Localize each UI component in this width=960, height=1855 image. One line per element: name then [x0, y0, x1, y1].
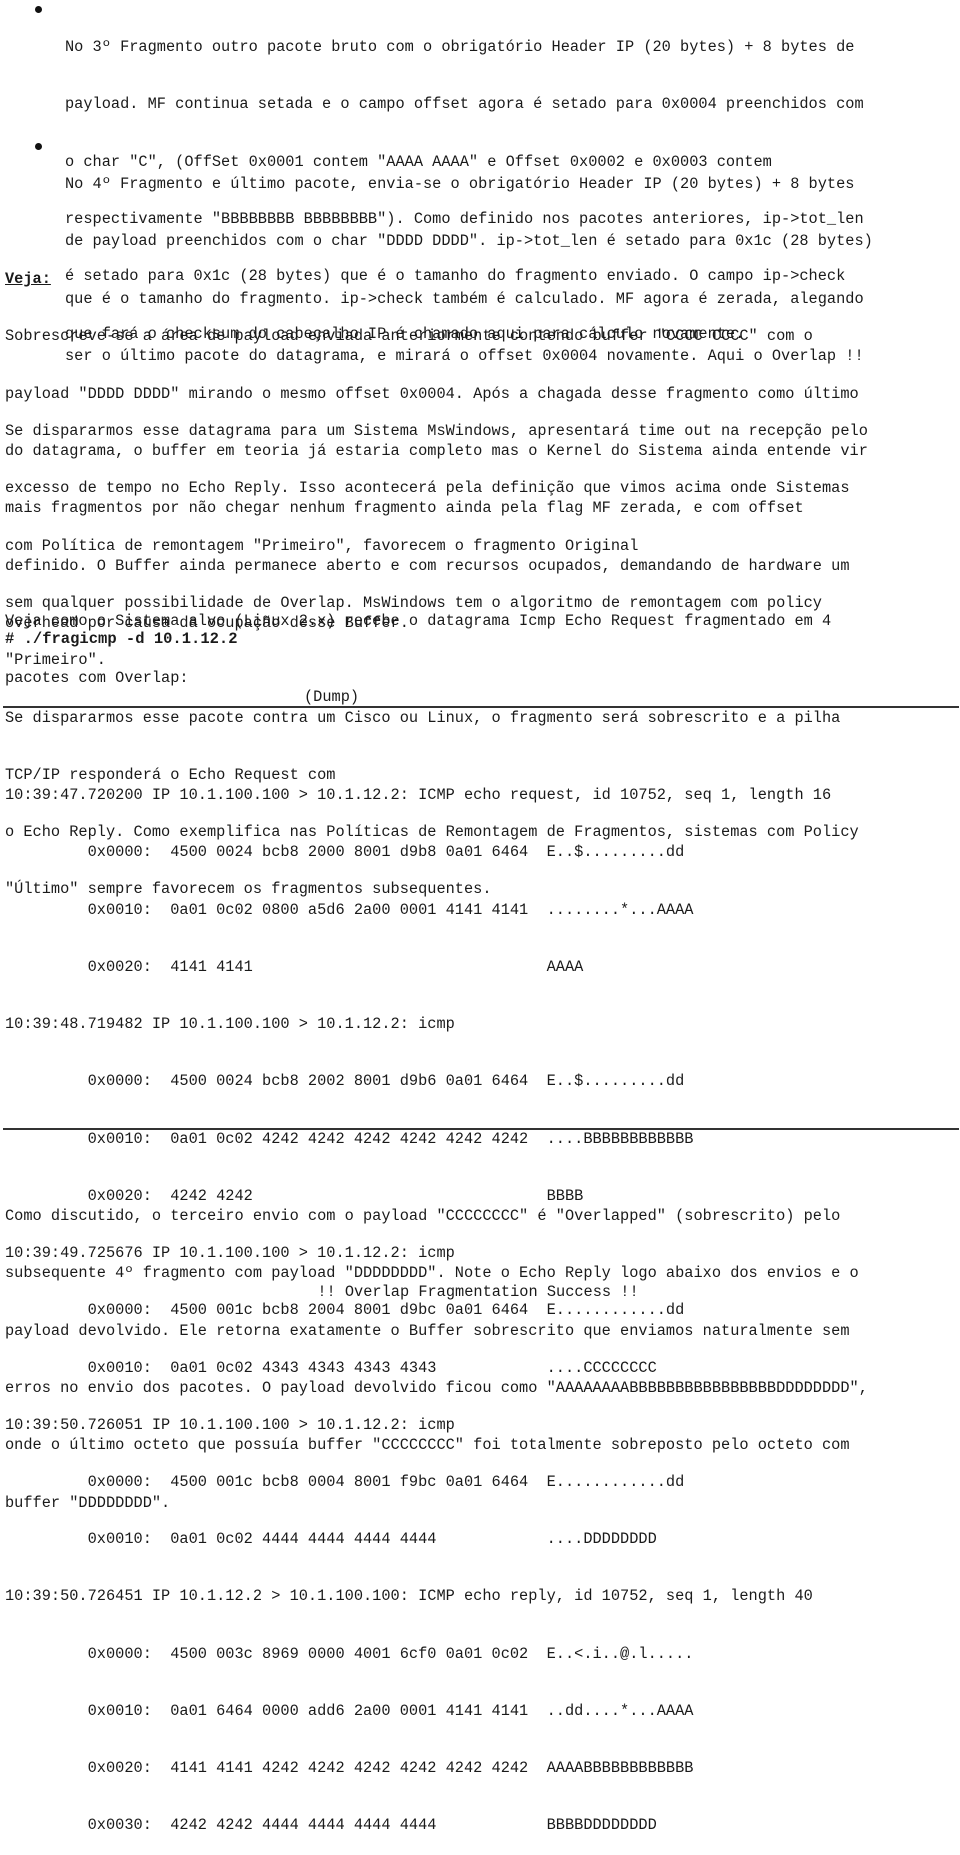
dump-line: 10:39:47.720200 IP 10.1.100.100 > 10.1.1…: [5, 786, 832, 805]
dump-line: 0x0020: 4141 4141 4242 4242 4242 4242 42…: [5, 1759, 694, 1778]
bullet-icon: [35, 6, 42, 13]
text-line: buffer "DDDDDDDD".: [5, 1493, 171, 1512]
bullet-icon: [35, 143, 42, 150]
dump-line: 0x0020: 4141 4141 AAAA: [5, 957, 584, 976]
text-line: onde o último octeto que possuía buffer …: [5, 1436, 850, 1455]
conclusion-paragraph: Como discutido, o terceiro envio com o p…: [5, 1169, 960, 1532]
dump-line: 0x0010: 0a01 0c02 4242 4242 4242 4242 42…: [5, 1129, 694, 1148]
dump-line: 10:39:50.726451 IP 10.1.12.2 > 10.1.100.…: [5, 1587, 813, 1606]
dump-line: 0x0000: 4500 0024 bcb8 2002 8001 d9b6 0a…: [5, 1072, 685, 1091]
dump-line: 0x0010: 0a01 6464 0000 add6 2a00 0001 41…: [5, 1701, 694, 1720]
text-line: payload. MF continua setada e o campo of…: [65, 95, 864, 114]
text-line: No 3º Fragmento outro pacote bruto com o…: [65, 38, 855, 57]
text-line: erros no envio dos pacotes. O payload de…: [5, 1379, 868, 1398]
text-line: excesso de tempo no Echo Reply. Isso aco…: [5, 479, 850, 498]
dump-line: 0x0010: 0a01 0c02 4444 4444 4444 4444 ..…: [5, 1530, 657, 1549]
success-banner: !! Overlap Fragmentation Success !!: [317, 1283, 639, 1301]
command-line: # ./fragicmp -d 10.1.12.2: [5, 630, 238, 648]
dump-line: 0x0000: 4500 003c 8969 0000 4001 6cf0 0a…: [5, 1644, 694, 1663]
dump-label: (Dump): [304, 688, 360, 706]
dump-line: 0x0000: 4500 0024 bcb8 2000 8001 d9b8 0a…: [5, 843, 685, 862]
text-line: Como discutido, o terceiro envio com o p…: [5, 1207, 841, 1226]
text-line: pacotes com Overlap:: [5, 669, 189, 688]
dump-line: 10:39:48.719482 IP 10.1.100.100 > 10.1.1…: [5, 1015, 455, 1034]
text-line: com Política de remontagem "Primeiro", f…: [5, 536, 639, 555]
veja-heading: Veja:: [5, 270, 51, 289]
text-line: subsequente 4º fragmento com payload "DD…: [5, 1264, 859, 1283]
text-line: No 4º Fragmento e último pacote, envia-s…: [65, 175, 855, 194]
dump-line: 0x0030: 4242 4242 4444 4444 4444 4444 BB…: [5, 1816, 657, 1835]
text-line: Veja como o Sistema alvo (Linux 2.x) rec…: [5, 612, 832, 631]
text-line: payload devolvido. Ele retorna exatament…: [5, 1321, 850, 1340]
divider-top: [3, 706, 959, 708]
divider-bottom: [3, 1128, 959, 1130]
dump-line: 0x0010: 0a01 0c02 0800 a5d6 2a00 0001 41…: [5, 900, 694, 919]
text-line: Se dispararmos esse pacote contra um Cis…: [5, 708, 841, 727]
text-line: Sobrescreve-se a área de payload enviada…: [5, 327, 813, 346]
text-line: Se dispararmos esse datagrama para um Si…: [5, 422, 868, 441]
